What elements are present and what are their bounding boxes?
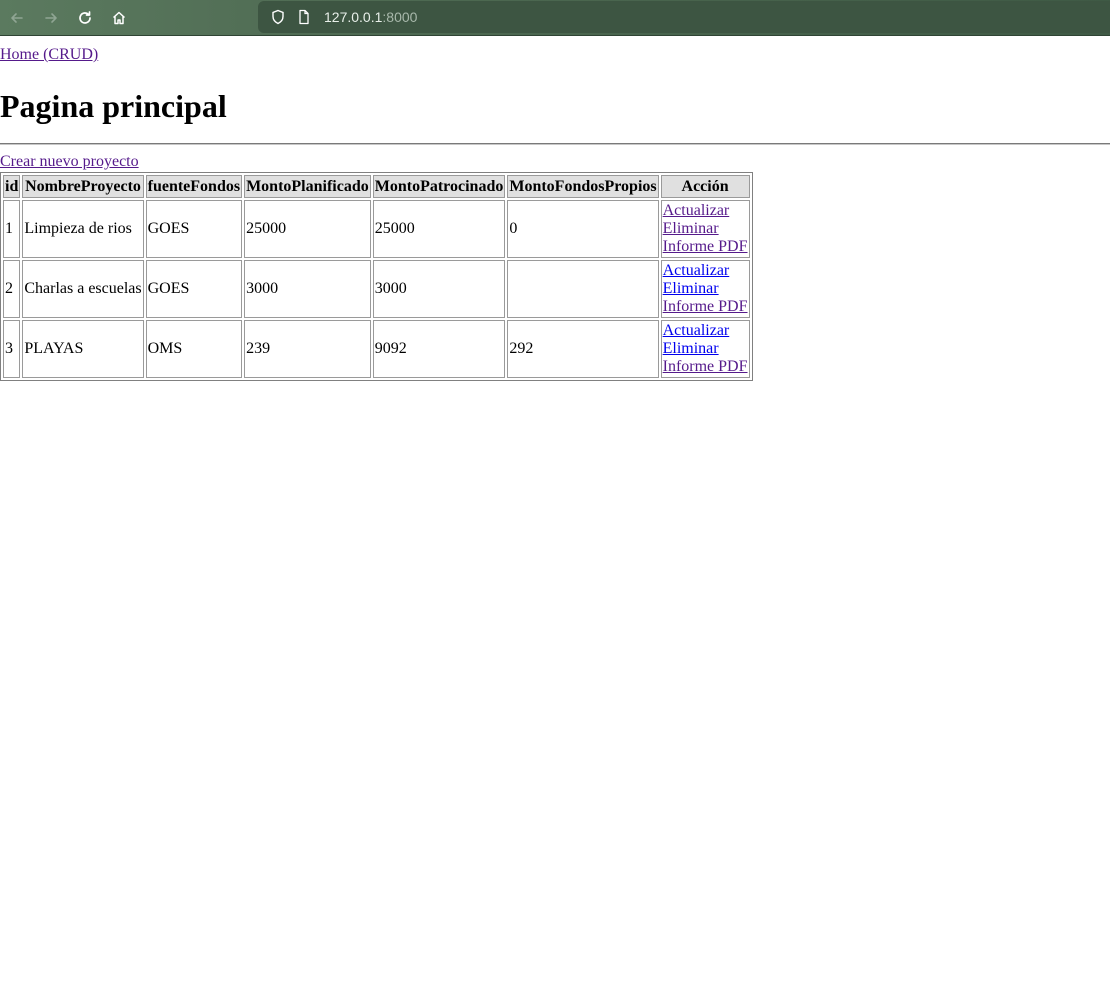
cell-actions: Actualizar Eliminar Informe PDF [660, 260, 750, 318]
table-row: 2 Charlas a escuelas GOES 3000 3000 Actu… [3, 260, 750, 318]
browser-toolbar: 127.0.0.1:8000 [0, 0, 1110, 36]
address-bar[interactable]: 127.0.0.1:8000 [258, 1, 1110, 33]
delete-link[interactable]: Eliminar [663, 340, 748, 358]
delete-link[interactable]: Eliminar [663, 280, 748, 298]
cell-nombre: PLAYAS [22, 320, 144, 378]
column-header-patrocinado: MontoPatrocinado [372, 175, 506, 198]
url-port: :8000 [382, 9, 418, 25]
table-row: 3 PLAYAS OMS 239 9092 292 Actualizar Eli… [3, 320, 750, 378]
home-icon [111, 10, 127, 26]
report-pdf-link[interactable]: Informe PDF [663, 358, 748, 376]
delete-link[interactable]: Eliminar [663, 220, 748, 238]
reload-icon [77, 10, 93, 26]
column-header-accion: Acción [660, 175, 750, 198]
column-header-propios: MontoFondosPropios [507, 175, 659, 198]
home-button[interactable] [102, 0, 136, 36]
cell-patrocinado: 25000 [372, 200, 506, 258]
cell-actions: Actualizar Eliminar Informe PDF [660, 320, 750, 378]
page-title: Pagina principal [0, 88, 227, 124]
cell-planificado: 239 [244, 320, 371, 378]
create-project-link[interactable]: Crear nuevo proyecto [0, 153, 139, 171]
cell-fuente: OMS [145, 320, 243, 378]
column-header-fuente: fuenteFondos [145, 175, 243, 198]
update-link[interactable]: Actualizar [663, 202, 748, 220]
reload-button[interactable] [68, 0, 102, 36]
cell-patrocinado: 9092 [372, 320, 506, 378]
cell-fuente: GOES [145, 200, 243, 258]
column-header-id: id [3, 175, 21, 198]
cell-propios [507, 260, 659, 318]
update-link[interactable]: Actualizar [663, 262, 748, 280]
divider [0, 143, 1110, 145]
page-icon [292, 5, 316, 29]
projects-table: id NombreProyecto fuenteFondos MontoPlan… [0, 172, 753, 381]
cell-patrocinado: 3000 [372, 260, 506, 318]
cell-id: 1 [3, 200, 21, 258]
cell-planificado: 3000 [244, 260, 371, 318]
update-link[interactable]: Actualizar [663, 322, 748, 340]
arrow-left-icon [9, 10, 25, 26]
cell-propios: 0 [507, 200, 659, 258]
cell-fuente: GOES [145, 260, 243, 318]
arrow-right-icon [43, 10, 59, 26]
url-host: 127.0.0.1 [324, 9, 383, 25]
column-header-nombre: NombreProyecto [22, 175, 144, 198]
table-header-row: id NombreProyecto fuenteFondos MontoPlan… [3, 175, 750, 198]
cell-id: 2 [3, 260, 21, 318]
forward-button[interactable] [34, 0, 68, 36]
cell-propios: 292 [507, 320, 659, 378]
cell-nombre: Limpieza de rios [22, 200, 144, 258]
cell-id: 3 [3, 320, 21, 378]
shield-icon[interactable] [266, 5, 290, 29]
cell-nombre: Charlas a escuelas [22, 260, 144, 318]
home-link[interactable]: Home (CRUD) [0, 46, 98, 64]
cell-planificado: 25000 [244, 200, 371, 258]
cell-actions: Actualizar Eliminar Informe PDF [660, 200, 750, 258]
column-header-planificado: MontoPlanificado [244, 175, 371, 198]
report-pdf-link[interactable]: Informe PDF [663, 238, 748, 256]
url-text[interactable]: 127.0.0.1:8000 [324, 9, 417, 25]
back-button[interactable] [0, 0, 34, 36]
table-row: 1 Limpieza de rios GOES 25000 25000 0 Ac… [3, 200, 750, 258]
report-pdf-link[interactable]: Informe PDF [663, 298, 748, 316]
